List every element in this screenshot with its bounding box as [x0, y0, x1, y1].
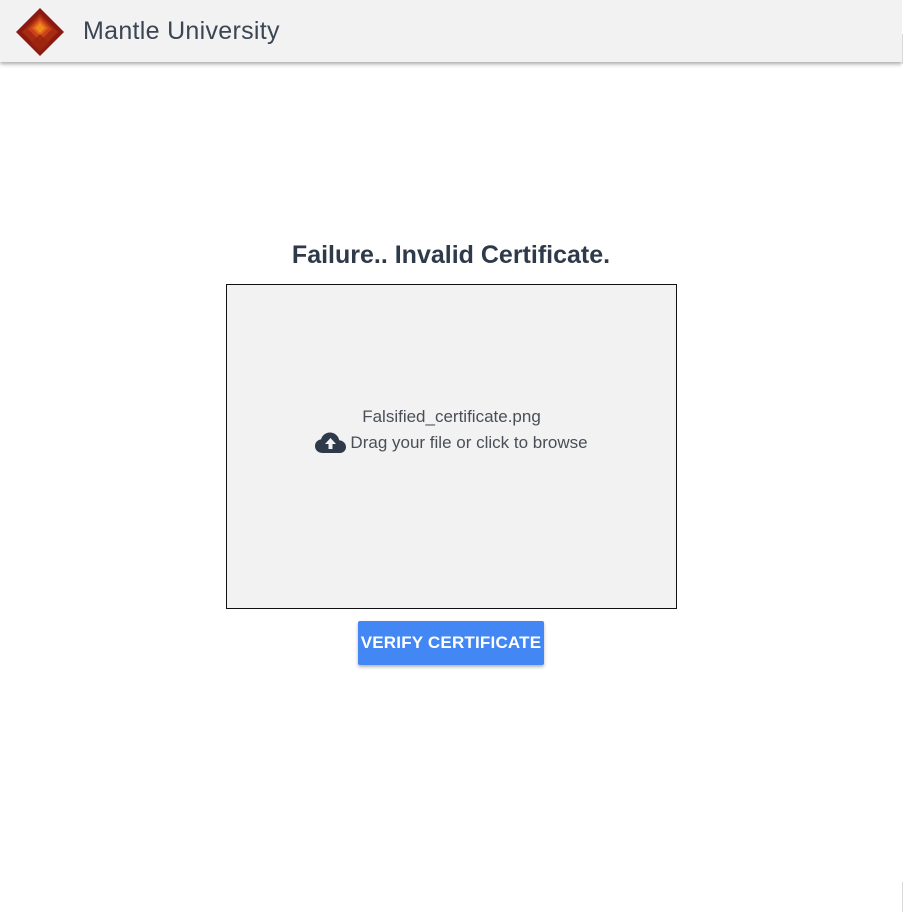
- cloud-upload-icon: [315, 432, 347, 454]
- brand-name[interactable]: Mantle University: [83, 15, 280, 47]
- selected-file-name: Falsified_certificate.png: [362, 407, 541, 426]
- dropzone-hint-text: Drag your file or click to browse: [350, 433, 588, 452]
- certificate-dropzone[interactable]: Falsified_certificate.png Drag your file…: [226, 284, 677, 609]
- diamond-logo-icon[interactable]: [16, 8, 64, 56]
- status-message: Failure.. Invalid Certificate.: [291, 241, 611, 269]
- verify-certificate-button[interactable]: VERIFY CERTIFICATE: [358, 621, 544, 665]
- edge-divider-top: [902, 34, 903, 64]
- edge-divider-bottom: [902, 882, 903, 912]
- dropzone-hint-row: Drag your file or click to browse: [227, 432, 676, 454]
- top-app-bar: Mantle University: [0, 0, 902, 62]
